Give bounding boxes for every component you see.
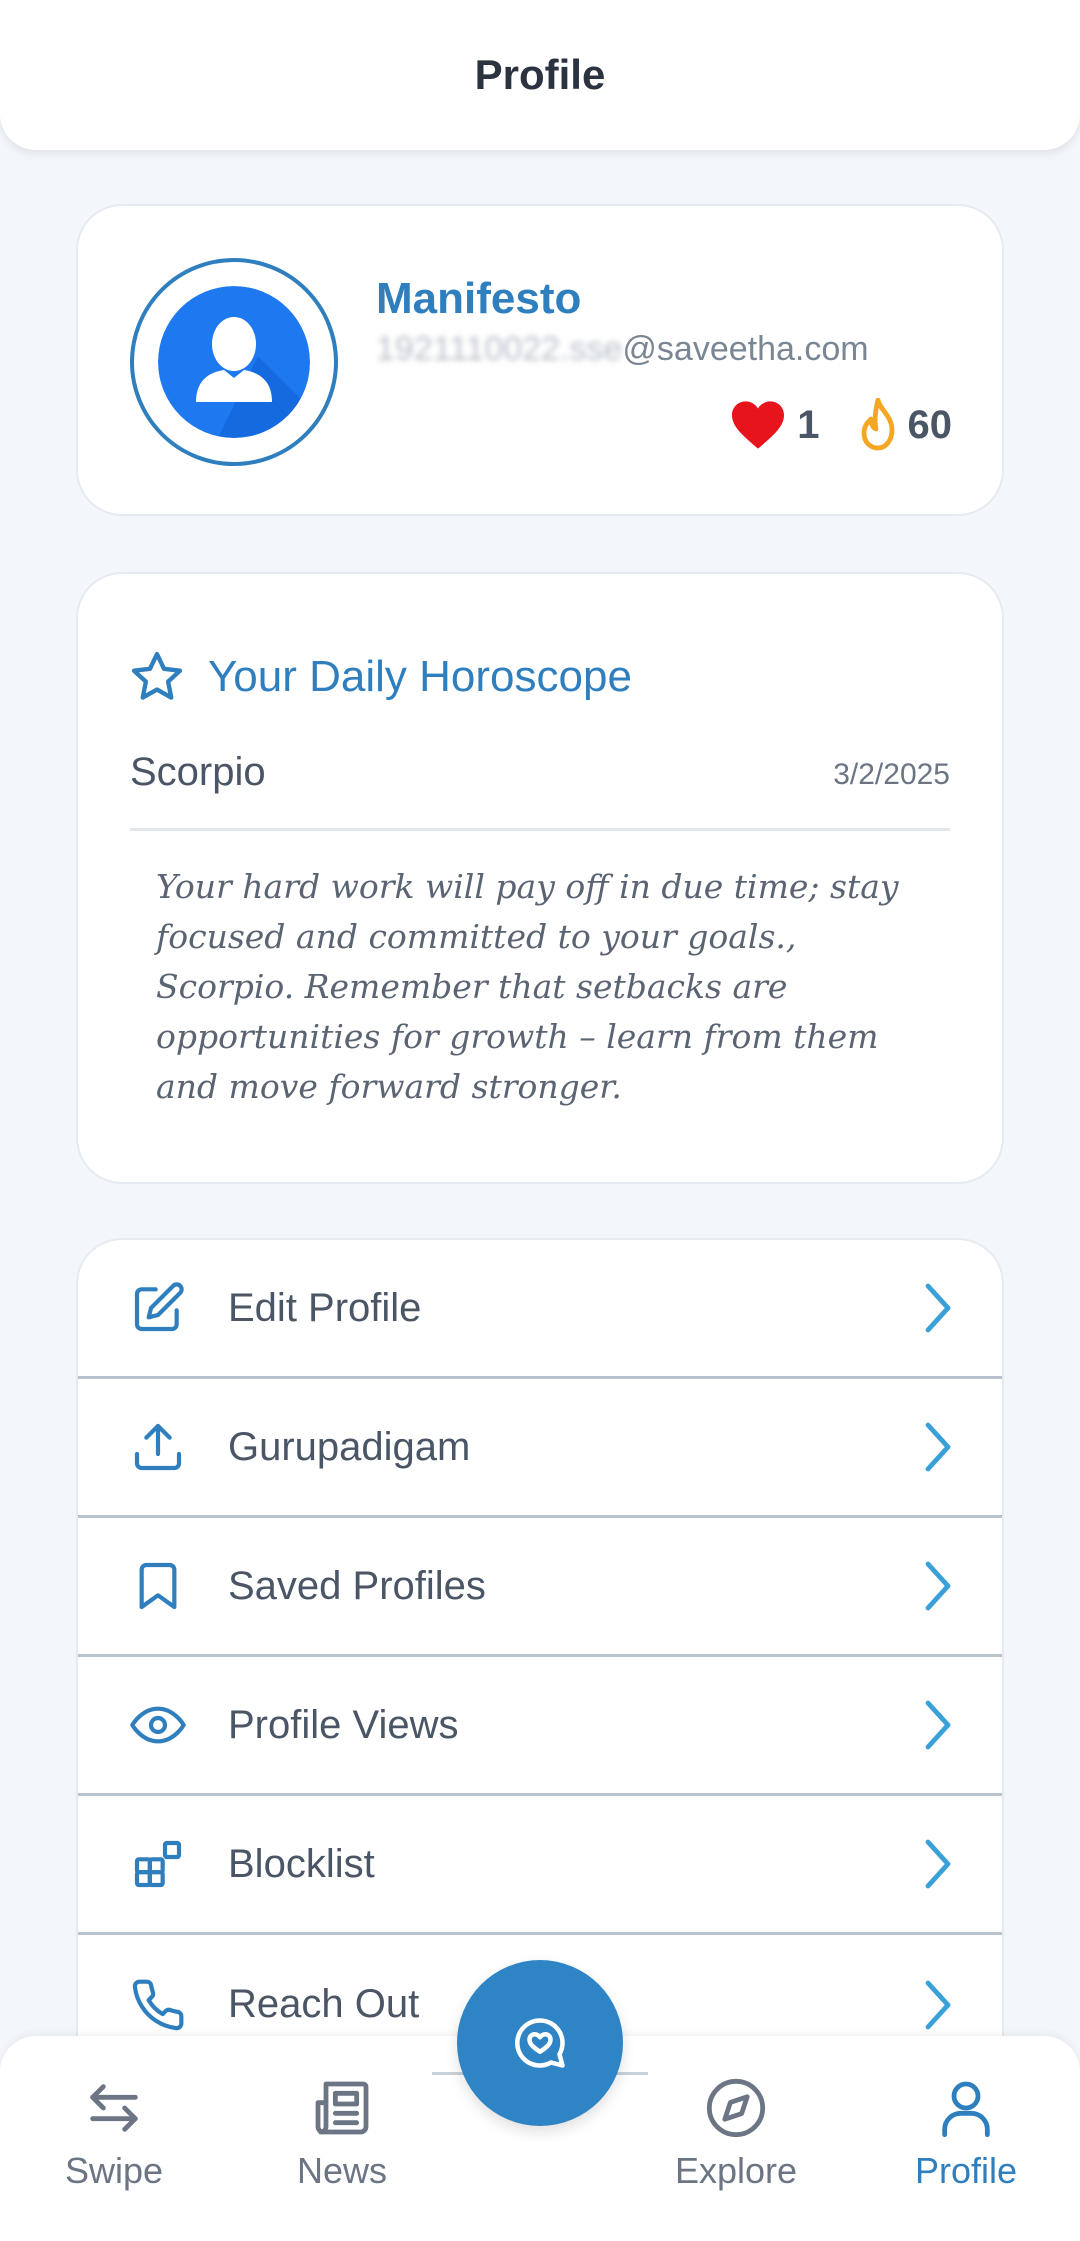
upload-icon [134,1423,182,1471]
eye-icon [130,1706,186,1744]
flame-icon [861,398,894,451]
heart-icon [732,401,785,449]
nav-label: News [296,2150,388,2191]
nav-item-explore[interactable]: Explore [646,2076,826,2192]
nav-label: Explore [674,2150,798,2191]
chat-fab-button[interactable] [457,1960,623,2126]
chat-heart-icon [515,2018,565,2068]
chevron-right-icon [925,1980,951,2029]
daily-horoscope-card: Your Daily Horoscope Scorpio 3/2/2025 Yo… [76,572,1004,1184]
menu-item-label: Blocklist [228,1841,375,1886]
nav-label: Profile [914,2150,1018,2191]
nav-item-news[interactable]: News [252,2076,432,2192]
blocks-icon [134,1840,182,1888]
nav-item-swipe[interactable]: Swipe [24,2076,204,2192]
profile-menu-list: Edit Profile Gurupadigam Saved Profiles … [76,1238,1004,2038]
zodiac-sign: Scorpio [130,750,266,794]
menu-item-label: Reach Out [228,1982,420,2026]
email-username-redacted: 1921110022.sse [376,330,623,368]
user-icon [942,2081,990,2138]
chevron-right-icon [925,1422,951,1472]
menu-item-label: Gurupadigam [228,1424,471,1469]
nav-label: Swipe [64,2150,164,2191]
likes-count: 1 [797,402,820,447]
default-user-avatar-icon [158,286,310,438]
page-title: Profile [474,51,606,98]
menu-item-label: Edit Profile [228,1285,422,1330]
nav-item-profile[interactable]: Profile [876,2076,1056,2192]
swap-arrows-icon [90,2084,138,2132]
profile-summary-card[interactable]: Manifesto 1921110022.sse@saveetha.com 1 … [76,204,1004,516]
chevron-right-icon [925,1700,951,1750]
phone-icon [132,1979,184,2030]
menu-item-profile-views[interactable]: Profile Views [78,1657,1002,1796]
menu-item-label: Saved Profiles [228,1563,486,1608]
profile-email: 1921110022.sse@saveetha.com [376,330,869,369]
chevron-right-icon [925,1561,951,1611]
menu-item-gurupadigam[interactable]: Gurupadigam [78,1379,1002,1518]
email-domain: @saveetha.com [622,330,869,368]
menu-item-edit-profile[interactable]: Edit Profile [78,1240,1002,1379]
top-app-bar: Profile [0,0,1080,150]
edit-icon [134,1282,184,1332]
compass-icon [706,2078,766,2138]
horoscope-text: Your hard work will pay off in due time;… [156,867,899,1106]
streak-count: 60 [907,402,953,447]
menu-item-saved-profiles[interactable]: Saved Profiles [78,1518,1002,1657]
profile-name: Manifesto [376,274,582,323]
profile-stats: 1 60 [729,398,952,452]
horoscope-header: Your Daily Horoscope [128,648,632,706]
chevron-right-icon [925,1283,951,1333]
menu-item-label: Profile Views [228,1702,459,1747]
horoscope-date: 3/2/2025 [833,758,950,791]
star-icon [131,651,183,700]
menu-item-blocklist[interactable]: Blocklist [78,1796,1002,1935]
divider [130,828,950,831]
horoscope-title: Your Daily Horoscope [208,652,632,701]
bookmark-icon [139,1562,177,1610]
chevron-right-icon [925,1839,951,1889]
avatar[interactable] [130,258,338,466]
newspaper-icon [315,2081,369,2135]
